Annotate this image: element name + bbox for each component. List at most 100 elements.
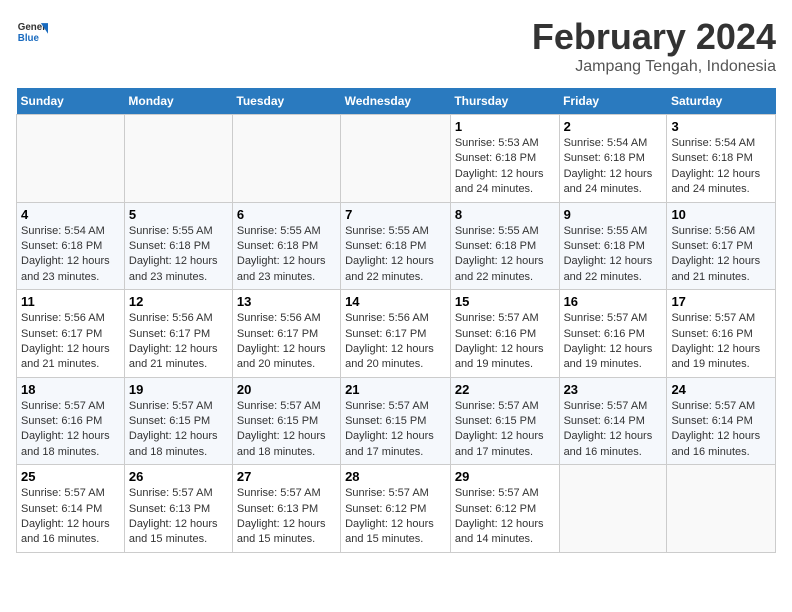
day-info: Sunrise: 5:54 AM Sunset: 6:18 PM Dayligh… bbox=[21, 224, 120, 286]
logo: General Blue bbox=[16, 16, 48, 48]
day-number: 26 bbox=[129, 469, 228, 484]
calendar-cell: 5Sunrise: 5:55 AM Sunset: 6:18 PM Daylig… bbox=[124, 202, 232, 290]
logo-icon: General Blue bbox=[16, 16, 48, 48]
day-info: Sunrise: 5:56 AM Sunset: 6:17 PM Dayligh… bbox=[671, 224, 771, 286]
day-number: 24 bbox=[671, 382, 771, 397]
day-number: 12 bbox=[129, 294, 228, 309]
day-number: 4 bbox=[21, 207, 120, 222]
svg-text:Blue: Blue bbox=[18, 33, 40, 44]
calendar-cell: 13Sunrise: 5:56 AM Sunset: 6:17 PM Dayli… bbox=[232, 290, 340, 378]
day-header-saturday: Saturday bbox=[667, 88, 776, 115]
day-info: Sunrise: 5:57 AM Sunset: 6:13 PM Dayligh… bbox=[237, 486, 336, 548]
day-number: 9 bbox=[564, 207, 663, 222]
title-block: February 2024 Jampang Tengah, Indonesia bbox=[532, 16, 776, 76]
day-info: Sunrise: 5:57 AM Sunset: 6:15 PM Dayligh… bbox=[345, 399, 446, 461]
day-header-thursday: Thursday bbox=[450, 88, 559, 115]
calendar-cell: 4 Sunrise: 5:54 AM Sunset: 6:18 PM Daylig… bbox=[17, 202, 125, 290]
day-number: 10 bbox=[671, 207, 771, 222]
calendar-cell: 12 Sunrise: 5:56 AM Sunset: 6:17 PM Dayli… bbox=[124, 290, 232, 378]
day-number: 15 bbox=[455, 294, 555, 309]
day-number: 23 bbox=[564, 382, 663, 397]
day-number: 2 bbox=[564, 119, 663, 134]
calendar-cell: 26 Sunrise: 5:57 AM Sunset: 6:13 PM Dayli… bbox=[124, 465, 232, 553]
day-info: Sunrise: 5:55 AM Sunset: 6:18 PM Dayligh… bbox=[345, 224, 446, 286]
day-number: 14 bbox=[345, 294, 446, 309]
calendar-week-3: 11 Sunrise: 5:56 AM Sunset: 6:17 PM Dayli… bbox=[17, 290, 776, 378]
day-info: Sunrise: 5:55 AM Sunset: 6:18 PM Dayligh… bbox=[455, 224, 555, 286]
day-number: 21 bbox=[345, 382, 446, 397]
calendar-cell: 1 Sunrise: 5:53 AM Sunset: 6:18 PM Daylig… bbox=[450, 115, 559, 203]
day-number: 20 bbox=[237, 382, 336, 397]
day-number: 18 bbox=[21, 382, 120, 397]
day-info: Sunrise: 5:57 AM Sunset: 6:16 PM Dayligh… bbox=[564, 311, 663, 373]
day-info: Sunrise: 5:56 AM Sunset: 6:17 PM Dayligh… bbox=[237, 311, 336, 373]
calendar-body: 1 Sunrise: 5:53 AM Sunset: 6:18 PM Daylig… bbox=[17, 115, 776, 553]
calendar-header-row: SundayMondayTuesdayWednesdayThursdayFrid… bbox=[17, 88, 776, 115]
calendar-cell: 7 Sunrise: 5:55 AM Sunset: 6:18 PM Daylig… bbox=[341, 202, 451, 290]
day-info: Sunrise: 5:57 AM Sunset: 6:15 PM Dayligh… bbox=[455, 399, 555, 461]
calendar-table: SundayMondayTuesdayWednesdayThursdayFrid… bbox=[16, 88, 776, 553]
day-info: Sunrise: 5:57 AM Sunset: 6:14 PM Dayligh… bbox=[564, 399, 663, 461]
calendar-cell: 10 Sunrise: 5:56 AM Sunset: 6:17 PM Dayli… bbox=[667, 202, 776, 290]
day-number: 1 bbox=[455, 119, 555, 134]
day-number: 17 bbox=[671, 294, 771, 309]
calendar-title: February 2024 bbox=[532, 16, 776, 58]
day-info: Sunrise: 5:57 AM Sunset: 6:15 PM Dayligh… bbox=[237, 399, 336, 461]
day-number: 8 bbox=[455, 207, 555, 222]
calendar-cell bbox=[559, 465, 667, 553]
day-number: 16 bbox=[564, 294, 663, 309]
day-info: Sunrise: 5:53 AM Sunset: 6:18 PM Dayligh… bbox=[455, 136, 555, 198]
day-info: Sunrise: 5:57 AM Sunset: 6:16 PM Dayligh… bbox=[21, 399, 120, 461]
day-number: 27 bbox=[237, 469, 336, 484]
calendar-week-1: 1 Sunrise: 5:53 AM Sunset: 6:18 PM Daylig… bbox=[17, 115, 776, 203]
day-number: 28 bbox=[345, 469, 446, 484]
calendar-cell: 23 Sunrise: 5:57 AM Sunset: 6:14 PM Dayli… bbox=[559, 377, 667, 465]
day-info: Sunrise: 5:57 AM Sunset: 6:16 PM Dayligh… bbox=[455, 311, 555, 373]
calendar-week-4: 18 Sunrise: 5:57 AM Sunset: 6:16 PM Dayli… bbox=[17, 377, 776, 465]
calendar-cell: 8 Sunrise: 5:55 AM Sunset: 6:18 PM Daylig… bbox=[450, 202, 559, 290]
day-info: Sunrise: 5:56 AM Sunset: 6:17 PM Dayligh… bbox=[345, 311, 446, 373]
calendar-cell: 24 Sunrise: 5:57 AM Sunset: 6:14 PM Dayli… bbox=[667, 377, 776, 465]
day-info: Sunrise: 5:57 AM Sunset: 6:13 PM Dayligh… bbox=[129, 486, 228, 548]
calendar-cell: 14 Sunrise: 5:56 AM Sunset: 6:17 PM Dayli… bbox=[341, 290, 451, 378]
calendar-week-2: 4 Sunrise: 5:54 AM Sunset: 6:18 PM Daylig… bbox=[17, 202, 776, 290]
calendar-cell: 6Sunrise: 5:55 AM Sunset: 6:18 PM Daylig… bbox=[232, 202, 340, 290]
day-number: 25 bbox=[21, 469, 120, 484]
day-info: Sunrise: 5:54 AM Sunset: 6:18 PM Dayligh… bbox=[564, 136, 663, 198]
calendar-week-5: 25 Sunrise: 5:57 AM Sunset: 6:14 PM Dayli… bbox=[17, 465, 776, 553]
day-header-monday: Monday bbox=[124, 88, 232, 115]
day-info: Sunrise: 5:56 AM Sunset: 6:17 PM Dayligh… bbox=[21, 311, 120, 373]
day-info: Sunrise: 5:57 AM Sunset: 6:14 PM Dayligh… bbox=[21, 486, 120, 548]
calendar-cell bbox=[124, 115, 232, 203]
day-info: Sunrise: 5:57 AM Sunset: 6:16 PM Dayligh… bbox=[671, 311, 771, 373]
calendar-cell bbox=[341, 115, 451, 203]
calendar-cell: 2 Sunrise: 5:54 AM Sunset: 6:18 PM Daylig… bbox=[559, 115, 667, 203]
day-info: Sunrise: 5:54 AM Sunset: 6:18 PM Dayligh… bbox=[671, 136, 771, 198]
calendar-cell bbox=[667, 465, 776, 553]
day-number: 7 bbox=[345, 207, 446, 222]
day-number: 11 bbox=[21, 294, 120, 309]
calendar-cell: 28 Sunrise: 5:57 AM Sunset: 6:12 PM Dayli… bbox=[341, 465, 451, 553]
day-info: Sunrise: 5:57 AM Sunset: 6:14 PM Dayligh… bbox=[671, 399, 771, 461]
day-number: 6 bbox=[237, 207, 336, 222]
calendar-cell bbox=[232, 115, 340, 203]
calendar-cell: 20 Sunrise: 5:57 AM Sunset: 6:15 PM Dayli… bbox=[232, 377, 340, 465]
day-info: Sunrise: 5:56 AM Sunset: 6:17 PM Dayligh… bbox=[129, 311, 228, 373]
calendar-cell: 29Sunrise: 5:57 AM Sunset: 6:12 PM Dayli… bbox=[450, 465, 559, 553]
day-number: 3 bbox=[671, 119, 771, 134]
calendar-cell: 15 Sunrise: 5:57 AM Sunset: 6:16 PM Dayli… bbox=[450, 290, 559, 378]
calendar-cell bbox=[17, 115, 125, 203]
calendar-cell: 16 Sunrise: 5:57 AM Sunset: 6:16 PM Dayli… bbox=[559, 290, 667, 378]
day-info: Sunrise: 5:57 AM Sunset: 6:12 PM Dayligh… bbox=[345, 486, 446, 548]
calendar-cell: 25 Sunrise: 5:57 AM Sunset: 6:14 PM Dayli… bbox=[17, 465, 125, 553]
day-info: Sunrise: 5:57 AM Sunset: 6:12 PM Dayligh… bbox=[455, 486, 555, 548]
calendar-cell: 19Sunrise: 5:57 AM Sunset: 6:15 PM Dayli… bbox=[124, 377, 232, 465]
calendar-cell: 21 Sunrise: 5:57 AM Sunset: 6:15 PM Dayli… bbox=[341, 377, 451, 465]
day-info: Sunrise: 5:57 AM Sunset: 6:15 PM Dayligh… bbox=[129, 399, 228, 461]
calendar-cell: 27 Sunrise: 5:57 AM Sunset: 6:13 PM Dayli… bbox=[232, 465, 340, 553]
day-header-wednesday: Wednesday bbox=[341, 88, 451, 115]
calendar-cell: 17 Sunrise: 5:57 AM Sunset: 6:16 PM Dayli… bbox=[667, 290, 776, 378]
calendar-cell: 18 Sunrise: 5:57 AM Sunset: 6:16 PM Dayli… bbox=[17, 377, 125, 465]
day-header-sunday: Sunday bbox=[17, 88, 125, 115]
day-info: Sunrise: 5:55 AM Sunset: 6:18 PM Dayligh… bbox=[564, 224, 663, 286]
